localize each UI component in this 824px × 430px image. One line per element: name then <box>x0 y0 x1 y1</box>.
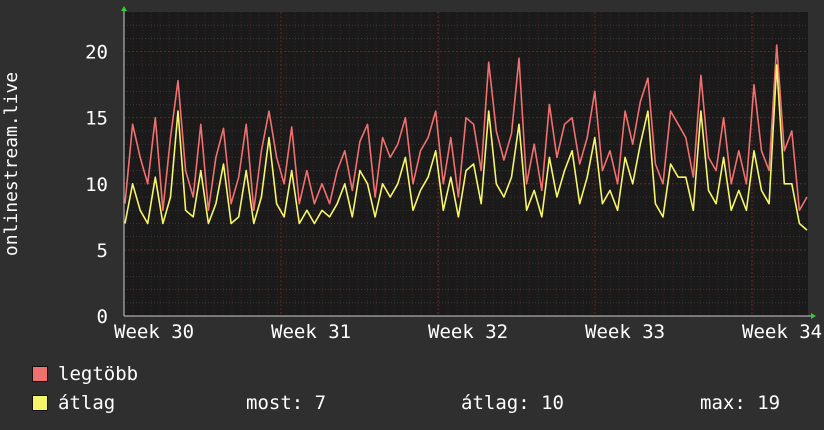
stat-current: most: 7 <box>246 392 327 414</box>
stat-average: átlag: 10 <box>461 392 564 414</box>
y-tick-label: 5 <box>97 240 108 262</box>
y-tick-label: 0 <box>97 306 108 328</box>
legend-label-avg: átlag <box>58 392 116 414</box>
legend-label-max: legtöbb <box>58 363 139 385</box>
x-tick-label: Week 33 <box>585 321 665 343</box>
y-tick-label: 20 <box>85 42 108 64</box>
x-tick-label: Week 31 <box>271 321 351 343</box>
y-axis-label: onlinestream.live <box>1 72 22 256</box>
x-axis-arrow <box>811 313 816 319</box>
y-axis-arrow <box>121 6 127 11</box>
y-tick-label: 10 <box>85 174 108 196</box>
x-tick-label: Week 30 <box>114 321 194 343</box>
legend-swatch-avg <box>32 395 48 411</box>
legend-item-avg: átlag <box>32 392 115 414</box>
stat-maximum: max: 19 <box>700 392 781 414</box>
legend-item-max: legtöbb <box>32 363 138 385</box>
x-tick-label: Week 32 <box>428 321 508 343</box>
y-tick-label: 15 <box>85 108 108 130</box>
legend-swatch-max <box>32 366 48 382</box>
x-tick-label: Week 34 <box>742 321 822 343</box>
chart: 0 5 10 15 20 Week 30 Week 31 Week 32 Week 33 Week… <box>1 6 822 343</box>
